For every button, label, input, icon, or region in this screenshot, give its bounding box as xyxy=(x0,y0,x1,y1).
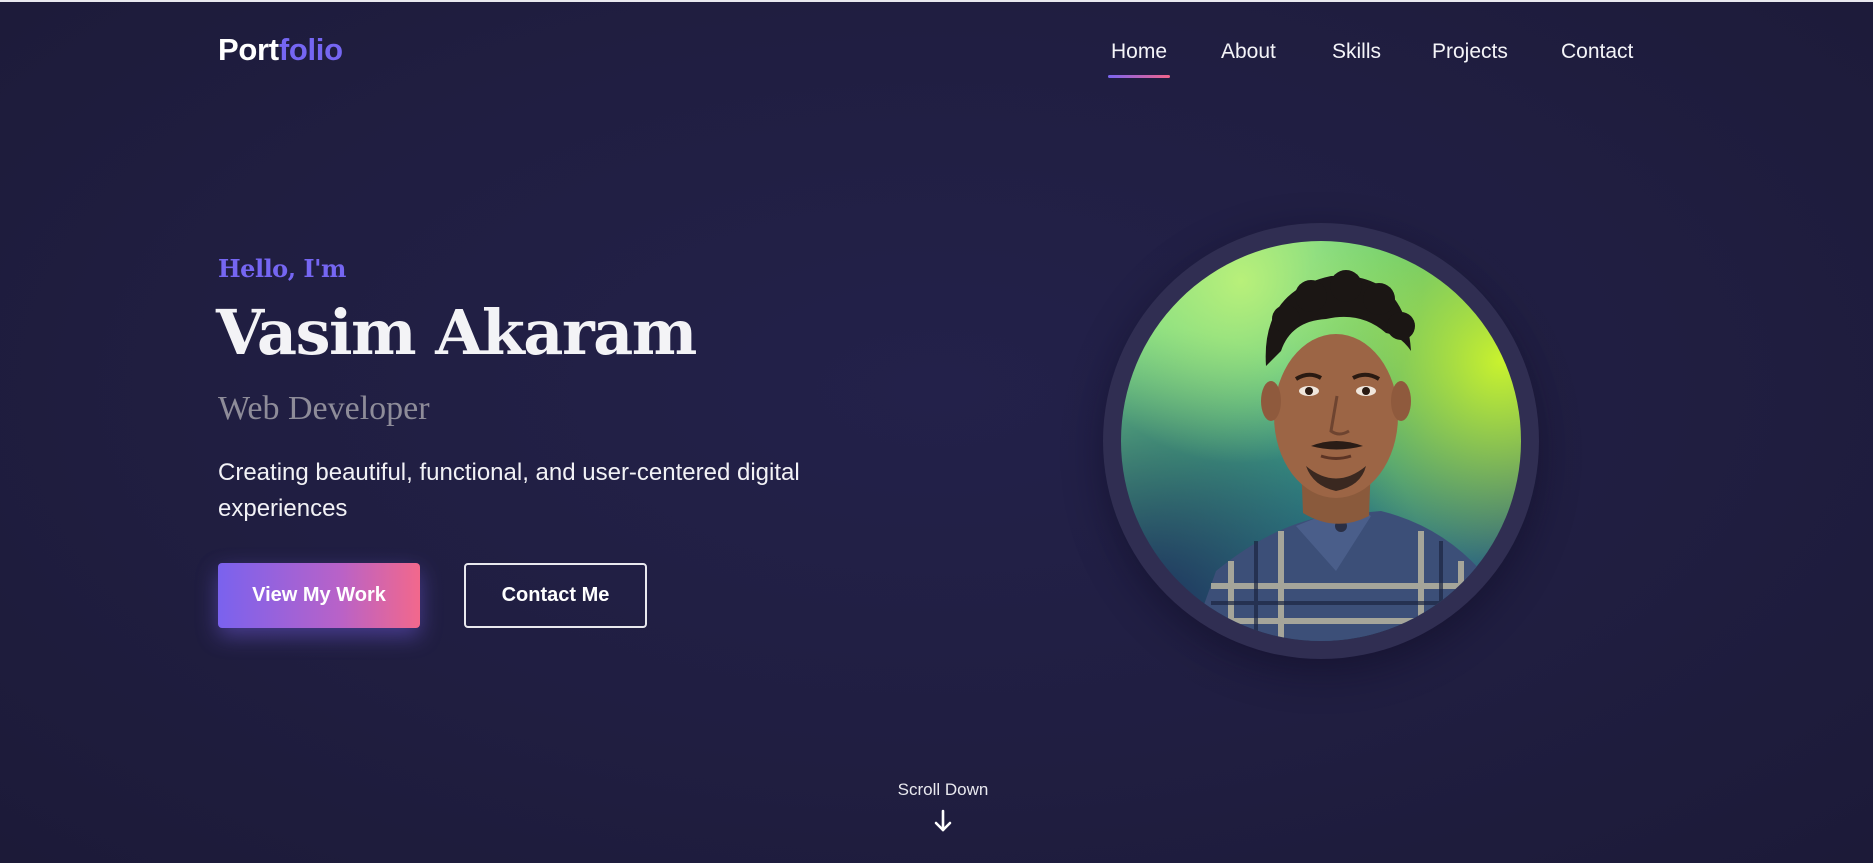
view-my-work-button[interactable]: View My Work xyxy=(218,563,420,628)
main-navigation: Home About Skills Projects Contact xyxy=(0,40,1873,80)
window-top-edge xyxy=(0,0,1873,2)
nav-link-about[interactable]: About xyxy=(1221,40,1276,64)
scroll-down-label[interactable]: Scroll Down xyxy=(893,780,993,800)
hero-greeting: Hello, I'm xyxy=(218,254,346,283)
person-illustration xyxy=(1191,270,1491,641)
nav-link-projects[interactable]: Projects xyxy=(1432,40,1508,64)
portfolio-page: Portfolio Home About Skills Projects Con… xyxy=(0,0,1873,863)
nav-link-skills[interactable]: Skills xyxy=(1332,40,1381,64)
contact-me-button[interactable]: Contact Me xyxy=(464,563,647,628)
arrow-down-icon[interactable] xyxy=(933,808,953,834)
profile-photo xyxy=(1121,241,1521,641)
hero-name: Vasim Akaram xyxy=(216,296,697,369)
profile-photo-frame xyxy=(1103,223,1539,659)
nav-link-home[interactable]: Home xyxy=(1107,40,1171,78)
nav-link-contact[interactable]: Contact xyxy=(1561,40,1633,64)
hero-tagline: Creating beautiful, functional, and user… xyxy=(218,459,800,522)
hero-role: Web Developer xyxy=(218,390,430,427)
